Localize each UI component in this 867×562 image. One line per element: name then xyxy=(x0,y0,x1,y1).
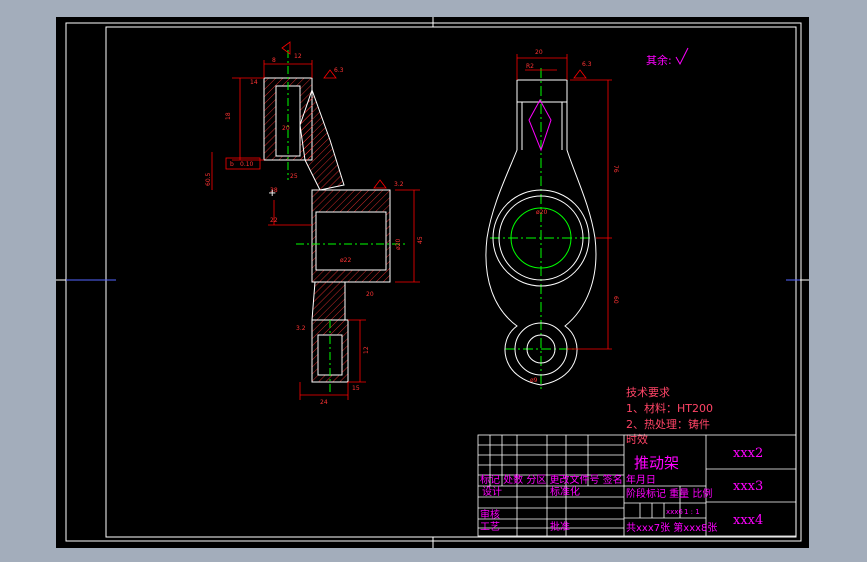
mass-value: xxx6 xyxy=(666,508,683,516)
tech-req-line1: 1、材料：HT200 xyxy=(626,401,713,415)
dim-text: 60 xyxy=(612,296,619,304)
dim-text: 45 xyxy=(417,236,424,244)
standardize-label: 标准化 xyxy=(550,485,580,498)
tech-req-title: 技术要求 xyxy=(626,386,670,399)
roughness-label: 其余: xyxy=(646,53,672,67)
dim-text: ø22 xyxy=(340,257,351,264)
process-label: 工艺 xyxy=(480,521,500,533)
tech-req-line3: 时效 xyxy=(626,432,648,446)
drawing-canvas: 12 8 6.3 14 18 60.5 20 25 3.2 38 b 0.10 … xyxy=(56,17,809,548)
dim-text: 24 xyxy=(320,399,328,406)
scale-value: 1 : 1 xyxy=(684,508,700,516)
lower-web xyxy=(311,281,346,321)
sheets-label: 共xxx7张 第xxx8张 xyxy=(626,521,717,534)
dim-text: 8 xyxy=(272,57,276,64)
school-label: xxx2 xyxy=(733,446,763,461)
dim-text: 60.5 xyxy=(205,172,212,186)
dim-text: ø20 xyxy=(395,239,402,250)
dim-text: 18 xyxy=(225,112,232,120)
stage-weight-scale-label: 阶段标记 重量 比例 xyxy=(626,487,712,500)
dim-text: 25 xyxy=(290,173,298,180)
dim-text: 15 xyxy=(352,385,360,392)
dim-text: 0.10 xyxy=(240,161,254,168)
dim-text: 14 xyxy=(250,79,258,86)
part-name: 推动架 xyxy=(634,454,679,472)
drawing-sheet xyxy=(56,17,809,548)
dim-text: 6.3 xyxy=(334,67,344,74)
approve-label: 批准 xyxy=(550,520,570,533)
tech-req-line2: 2、热处理：铸件 xyxy=(626,417,710,431)
check-label: 审核 xyxy=(480,508,500,521)
dim-text: 12 xyxy=(363,346,370,354)
dim-text: 20 xyxy=(535,49,543,56)
dim-text: 3.2 xyxy=(394,181,404,188)
dim-text: 20 xyxy=(282,125,290,132)
design-label: 设计 xyxy=(482,485,502,498)
dim-text: b xyxy=(230,161,234,168)
company-label: xxx4 xyxy=(733,513,763,528)
cursor-cross: + xyxy=(268,188,276,199)
revision-row: 标记 处数 分区 更改文件号 签名 年月日 xyxy=(480,473,656,486)
dim-text: 12 xyxy=(294,53,302,60)
dim-text: 3.2 xyxy=(296,325,306,332)
dim-text: 6.3 xyxy=(582,61,592,68)
dim-text: 76 xyxy=(612,165,619,173)
drawing-no-label: xxx3 xyxy=(733,479,763,494)
dim-text: 22 xyxy=(270,217,278,224)
dim-text: R2 xyxy=(526,63,534,70)
dim-text: ø9 xyxy=(530,377,538,384)
dim-text: 20 xyxy=(366,291,374,298)
dim-text: ø20 xyxy=(536,209,547,216)
